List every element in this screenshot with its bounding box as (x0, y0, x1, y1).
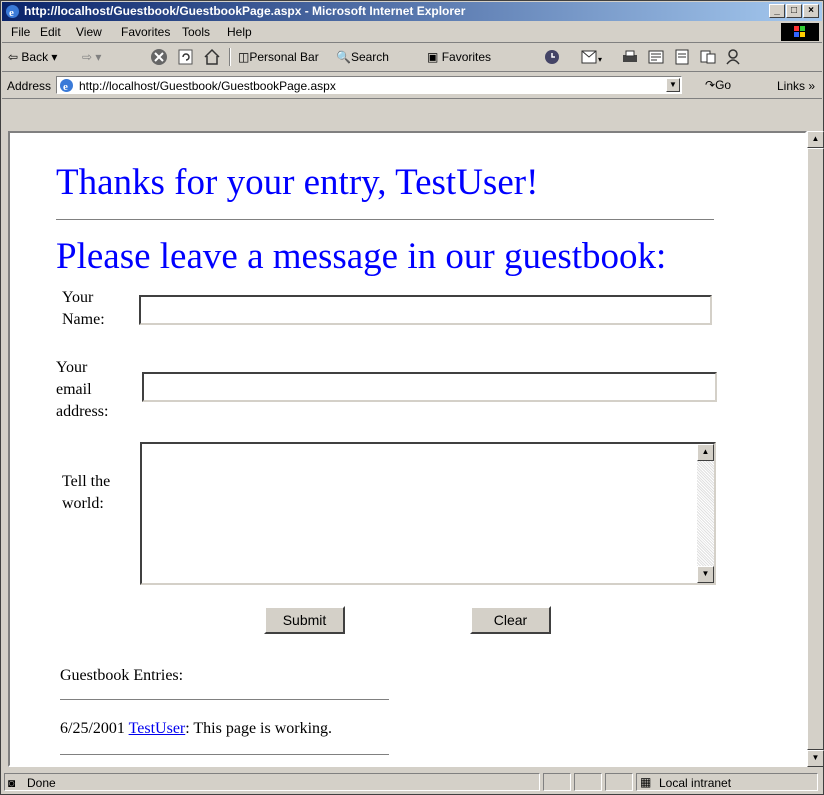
back-arrow-icon: ⇦ (8, 50, 19, 64)
name-label: Your Name: (62, 287, 105, 331)
links-button[interactable]: Links » (777, 79, 815, 93)
intranet-icon: ▦ (640, 775, 652, 789)
back-button[interactable]: ⇦ Back ▾ (8, 50, 57, 64)
entries-divider-bottom (60, 754, 389, 756)
address-label: Address (7, 79, 52, 93)
refresh-icon[interactable] (177, 48, 195, 66)
email-input[interactable] (142, 372, 717, 402)
minimize-button[interactable]: _ (769, 4, 785, 18)
page-icon: e (60, 79, 73, 93)
entries-divider-top (60, 699, 389, 701)
menu-favorites[interactable]: Favorites (121, 25, 170, 39)
home-icon[interactable] (203, 48, 221, 66)
title-bar[interactable]: e http://localhost/Guestbook/GuestbookPa… (2, 2, 822, 21)
name-input[interactable] (139, 295, 712, 325)
submit-button[interactable]: Submit (264, 606, 345, 634)
status-panel (605, 773, 633, 791)
favorites-label: Favorites (441, 50, 492, 64)
email-label-line: address: (56, 403, 109, 420)
svg-text:e: e (9, 7, 14, 19)
message-label: Tell the world: (62, 471, 110, 515)
page-content: Thanks for your entry, TestUser! Please … (8, 131, 807, 767)
entries-label: Guestbook Entries: (60, 667, 184, 684)
ie-logo-icon: e (6, 5, 19, 19)
forward-button[interactable]: ⇨ ▾ (82, 50, 101, 64)
search-label: Search (350, 50, 389, 64)
scroll-thumb[interactable] (807, 148, 824, 750)
page-scrollbar[interactable]: ▲ ▼ (807, 131, 824, 767)
email-label-line: email (56, 381, 92, 398)
personal-bar-label: Personal Bar (249, 50, 319, 64)
message-textarea[interactable]: ▲ ▼ (140, 442, 716, 585)
svg-text:▾: ▾ (598, 55, 602, 64)
entry-message: : This page is working. (185, 720, 333, 737)
go-label: Go (715, 78, 732, 92)
email-label-line: Your (56, 359, 88, 376)
menu-edit[interactable]: Edit (40, 25, 61, 39)
stop-icon[interactable] (150, 48, 168, 66)
status-zone-panel: ▦ Local intranet (636, 773, 818, 791)
status-panel (574, 773, 602, 791)
go-arrow-icon: ↷ (705, 78, 716, 92)
entry-date: 6/25/2001 (60, 720, 125, 737)
go-button[interactable]: ↷Go (705, 78, 731, 92)
personal-bar-button[interactable]: ◫Personal Bar (238, 50, 319, 64)
status-panel-main: ◙ Done (4, 773, 540, 791)
discuss-icon[interactable] (673, 48, 691, 66)
textarea-scroll-down-icon[interactable]: ▼ (697, 566, 714, 583)
status-page-icon: ◙ (8, 776, 16, 790)
name-label-line: Name: (62, 311, 105, 328)
close-button[interactable]: × (803, 4, 819, 18)
edit-icon[interactable] (647, 48, 665, 66)
address-dropdown-icon[interactable]: ▼ (666, 78, 680, 92)
browser-window: e http://localhost/Guestbook/GuestbookPa… (0, 0, 824, 795)
windows-flag-icon (781, 23, 819, 41)
textarea-scrollbar[interactable]: ▲ ▼ (697, 444, 714, 583)
scroll-up-icon[interactable]: ▲ (807, 131, 824, 148)
svg-text:e: e (63, 81, 68, 93)
status-text: Done (27, 776, 56, 790)
personal-bar-icon: ◫ (238, 50, 250, 64)
search-icon: 🔍 (336, 50, 351, 64)
menu-view[interactable]: View (76, 25, 102, 39)
messenger-icon[interactable] (724, 48, 742, 66)
message-label-line: world: (62, 495, 104, 512)
menu-file[interactable]: File (11, 25, 30, 39)
menu-bar: File Edit View Favorites Tools Help (2, 22, 822, 43)
status-panel (543, 773, 571, 791)
email-label: Your email address: (56, 357, 108, 423)
print-icon[interactable] (621, 48, 639, 66)
address-bar: Address e http://localhost/Guestbook/Gue… (2, 72, 822, 99)
prompt-heading: Please leave a message in our guestbook: (56, 236, 667, 277)
mail-icon[interactable]: ▾ (580, 48, 606, 66)
address-input[interactable]: e http://localhost/Guestbook/GuestbookPa… (56, 76, 682, 94)
menu-help[interactable]: Help (227, 25, 252, 39)
address-url: http://localhost/Guestbook/GuestbookPage… (79, 79, 336, 93)
search-button[interactable]: 🔍Search (336, 50, 389, 64)
favorites-icon: ▣ (427, 50, 439, 64)
history-icon[interactable] (543, 48, 561, 66)
entry-user-link[interactable]: TestUser (129, 720, 186, 737)
scroll-down-icon[interactable]: ▼ (807, 750, 824, 767)
name-label-line: Your (62, 289, 94, 306)
heading-divider (56, 219, 714, 221)
window-title: http://localhost/Guestbook/GuestbookPage… (24, 4, 466, 18)
status-bar: ◙ Done ▦ Local intranet (2, 770, 822, 794)
message-label-line: Tell the (62, 473, 111, 490)
clear-button[interactable]: Clear (470, 606, 551, 634)
forward-arrow-icon: ⇨ (82, 50, 93, 64)
standard-toolbar: ⇦ Back ▾ ⇨ ▾ ◫Personal Bar 🔍Search ▣ Fav… (2, 43, 822, 72)
menu-tools[interactable]: Tools (182, 25, 210, 39)
back-label: Back (21, 50, 49, 64)
status-zone: Local intranet (659, 776, 732, 790)
related-icon[interactable] (699, 48, 717, 66)
list-item: 6/25/2001 TestUser: This page is working… (60, 720, 332, 738)
maximize-button[interactable]: □ (786, 4, 802, 18)
thanks-heading: Thanks for your entry, TestUser! (56, 162, 539, 203)
textarea-scroll-up-icon[interactable]: ▲ (697, 444, 714, 461)
favorites-button[interactable]: ▣ Favorites (427, 50, 491, 64)
